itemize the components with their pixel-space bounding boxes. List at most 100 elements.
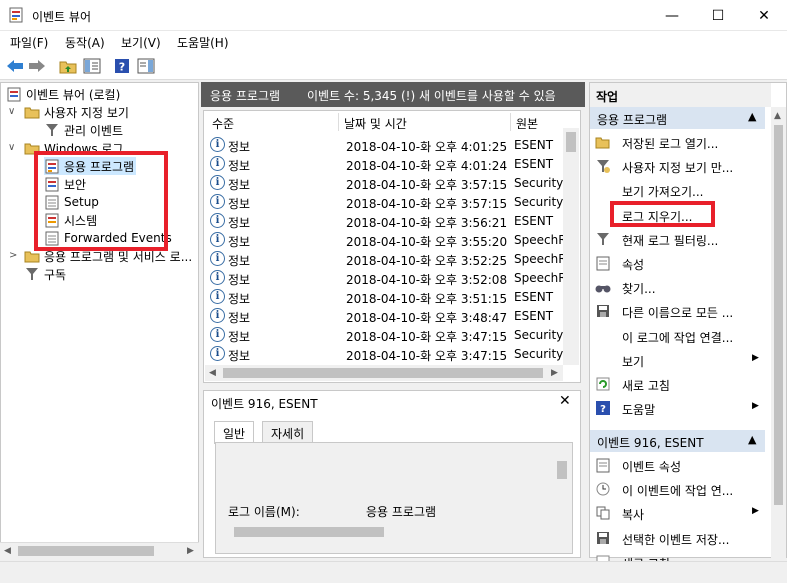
chevron-right-icon: ▶ — [752, 506, 759, 517]
chevron-up-icon[interactable]: ▲ — [748, 110, 756, 123]
event-viewer-icon — [8, 7, 24, 23]
table-row[interactable]: i 정보 2018-04-10-화 오후 3:47:15 SecurityC — [204, 345, 572, 364]
action-find[interactable]: 찾기... — [591, 276, 761, 298]
toolbar: ? — [0, 53, 787, 80]
event-list-vertical-scrollbar[interactable] — [563, 128, 579, 365]
table-row[interactable]: i 정보 2018-04-10-화 오후 4:01:25 ESENT — [204, 136, 564, 155]
chevron-right-icon[interactable]: > — [9, 250, 17, 261]
action-create-custom-view[interactable]: 사용자 지정 보기 만... — [591, 155, 761, 177]
scroll-right-icon[interactable]: ▶ — [551, 368, 558, 378]
tree-item-subscriptions[interactable]: 구독 — [24, 265, 66, 283]
cell-source: ESENT — [514, 138, 554, 152]
chevron-down-icon[interactable]: ∨ — [8, 106, 15, 117]
table-row[interactable]: i 정보 2018-04-10-화 오후 3:47:15 SecurityC — [204, 326, 572, 345]
table-row[interactable]: i 정보 2018-04-10-화 오후 3:55:20 SpeechRu — [204, 231, 574, 250]
action-attach-task-to-log[interactable]: 이 로그에 작업 연결... — [591, 325, 761, 347]
show-hide-tree-icon[interactable] — [82, 57, 102, 75]
menu-help[interactable]: 도움말(H) — [177, 34, 229, 51]
cell-date: 2018-04-10-화 오후 3:48:47 — [346, 311, 508, 325]
information-icon: i — [210, 213, 225, 228]
table-row[interactable]: i 정보 2018-04-10-화 오후 3:52:25 SpeechRu — [204, 250, 574, 269]
scroll-up-icon[interactable]: ▲ — [774, 111, 781, 121]
tree-item-custom-views[interactable]: 사용자 지정 보기 — [24, 103, 129, 121]
scroll-thumb[interactable] — [18, 546, 154, 556]
action-refresh[interactable]: 새로 고침 — [591, 373, 761, 395]
cell-level: 정보 — [228, 159, 251, 173]
action-label: 보기 가져오기... — [622, 185, 704, 200]
information-icon: i — [210, 308, 225, 323]
information-icon: i — [210, 289, 225, 304]
highlight-box — [34, 151, 168, 251]
action-copy[interactable]: 복사 ▶ — [591, 502, 761, 524]
action-attach-task-to-event[interactable]: 이 이벤트에 작업 연... — [591, 478, 761, 500]
information-icon: i — [210, 194, 225, 209]
action-import-custom-view[interactable]: 보기 가져오기... — [591, 179, 761, 201]
cell-level: 정보 — [228, 311, 251, 325]
actions-section-log[interactable]: 응용 프로그램 ▲ — [590, 107, 765, 129]
tree-horizontal-scrollbar[interactable]: ◀ ▶ — [0, 542, 199, 558]
section-title: 응용 프로그램 — [597, 113, 668, 127]
maximize-button[interactable]: ☐ — [695, 0, 741, 31]
scroll-thumb[interactable] — [234, 527, 384, 537]
column-header-source[interactable]: 원본 — [516, 115, 538, 132]
table-row[interactable]: i 정보 2018-04-10-화 오후 3:57:15 SecurityC — [204, 193, 572, 212]
back-arrow-icon[interactable] — [5, 57, 25, 75]
table-row[interactable]: i 정보 2018-04-10-화 오후 3:51:15 ESENT — [204, 288, 564, 307]
detail-horizontal-scrollbar[interactable] — [216, 525, 552, 539]
window-title: 이벤트 뷰어 — [32, 10, 92, 24]
event-properties-icon — [595, 457, 611, 473]
action-help[interactable]: ? 도움말 ▶ — [591, 397, 761, 419]
minimize-button[interactable]: — — [649, 0, 695, 31]
action-save-selected-events[interactable]: 선택한 이벤트 저장... — [591, 527, 761, 549]
chevron-down-icon[interactable]: ∨ — [8, 142, 15, 153]
up-folder-icon[interactable] — [58, 57, 78, 75]
subscription-icon — [24, 266, 40, 282]
show-hide-action-pane-icon[interactable] — [136, 57, 156, 75]
table-row[interactable]: i 정보 2018-04-10-화 오후 3:57:15 SecurityC — [204, 174, 572, 193]
actions-section-event[interactable]: 이벤트 916, ESENT ▲ — [590, 430, 765, 452]
forward-arrow-icon[interactable] — [27, 57, 47, 75]
column-header-level[interactable]: 수준 — [212, 115, 234, 132]
tab-details[interactable]: 자세히 — [262, 421, 314, 443]
menu-view[interactable]: 보기(V) — [121, 34, 161, 51]
save-icon — [595, 303, 611, 319]
scroll-thumb[interactable] — [557, 461, 567, 479]
menu-action[interactable]: 동작(A) — [65, 34, 105, 51]
scroll-thumb[interactable] — [774, 125, 783, 505]
action-save-all-events-as[interactable]: 다른 이름으로 모든 ... — [591, 300, 761, 322]
close-icon[interactable]: ✕ — [559, 393, 571, 409]
table-row[interactable]: i 정보 2018-04-10-화 오후 3:56:21 ESENT — [204, 212, 564, 231]
scroll-left-icon[interactable]: ◀ — [209, 368, 216, 378]
action-open-saved-log[interactable]: 저장된 로그 열기... — [591, 131, 761, 153]
chevron-up-icon[interactable]: ▲ — [748, 433, 756, 446]
table-row[interactable]: i 정보 2018-04-10-화 오후 4:01:24 ESENT — [204, 155, 564, 174]
tab-general[interactable]: 일반 — [214, 421, 255, 444]
tree-item-admin-events[interactable]: 관리 이벤트 — [44, 121, 123, 139]
action-filter-current-log[interactable]: 현재 로그 필터링... — [591, 228, 761, 250]
event-list-horizontal-scrollbar[interactable]: ◀ ▶ — [205, 365, 563, 381]
scroll-left-icon[interactable]: ◀ — [4, 546, 11, 556]
actions-vertical-scrollbar[interactable]: ▲ — [771, 107, 786, 558]
menu-file[interactable]: 파일(F) — [10, 34, 48, 51]
action-log-properties[interactable]: 속성 — [591, 252, 761, 274]
column-header-date[interactable]: 날짜 및 시간 — [344, 115, 407, 132]
open-folder-icon — [595, 134, 611, 150]
action-view[interactable]: 보기 ▶ — [591, 349, 761, 371]
tree-item-root[interactable]: 이벤트 뷰어 (로컬) — [6, 85, 120, 103]
actions-title: 작업 — [596, 90, 619, 104]
cell-source: ESENT — [514, 290, 554, 304]
actions-header: 작업 — [590, 83, 771, 107]
help-icon[interactable]: ? — [112, 57, 132, 75]
scroll-right-icon[interactable]: ▶ — [187, 546, 194, 556]
table-row[interactable]: i 정보 2018-04-10-화 오후 3:48:47 ESENT — [204, 307, 564, 326]
detail-vertical-scrollbar[interactable] — [553, 443, 571, 523]
close-button[interactable]: ✕ — [741, 0, 787, 31]
cell-source: ESENT — [514, 309, 554, 323]
action-label: 선택한 이벤트 저장... — [622, 532, 730, 547]
scroll-thumb[interactable] — [223, 368, 543, 378]
table-row[interactable]: i 정보 2018-04-10-화 오후 3:52:08 SpeechRu — [204, 269, 574, 288]
svg-text:?: ? — [600, 404, 606, 415]
event-detail-title: 이벤트 916, ESENT — [211, 397, 318, 411]
action-event-properties[interactable]: 이벤트 속성 — [591, 454, 761, 476]
scroll-thumb[interactable] — [566, 132, 576, 152]
